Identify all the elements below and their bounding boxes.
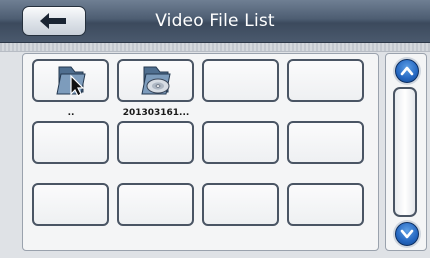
scrollbar	[385, 53, 427, 251]
empty-file-slot[interactable]	[32, 183, 109, 226]
scroll-up-button[interactable]	[395, 59, 419, 83]
back-button[interactable]	[22, 6, 86, 36]
file-tile-video[interactable]	[117, 59, 194, 102]
empty-file-slot[interactable]	[287, 121, 364, 164]
scroll-down-button[interactable]	[395, 222, 419, 246]
file-label: ..	[67, 108, 75, 118]
file-tile-parent-folder[interactable]	[32, 59, 109, 102]
empty-file-slot[interactable]	[287, 183, 364, 226]
left-arrow-icon	[40, 13, 66, 29]
empty-file-slot[interactable]	[202, 121, 279, 164]
empty-file-slot[interactable]	[287, 59, 364, 102]
video-file-list-screen: Video File List .. 201303161...	[0, 0, 430, 258]
chevron-up-icon	[400, 66, 414, 76]
empty-file-slot[interactable]	[202, 183, 279, 226]
video-disc-file-icon	[141, 66, 171, 95]
empty-file-slot[interactable]	[32, 121, 109, 164]
header-divider	[0, 43, 430, 52]
folder-up-icon	[56, 66, 86, 97]
file-grid: .. 201303161...	[22, 53, 379, 251]
chevron-down-icon	[400, 229, 414, 239]
empty-file-slot[interactable]	[117, 183, 194, 226]
file-label: 201303161...	[122, 108, 190, 118]
title-bar: Video File List	[0, 0, 430, 43]
empty-file-slot[interactable]	[202, 59, 279, 102]
empty-file-slot[interactable]	[117, 121, 194, 164]
scroll-track[interactable]	[393, 87, 417, 217]
